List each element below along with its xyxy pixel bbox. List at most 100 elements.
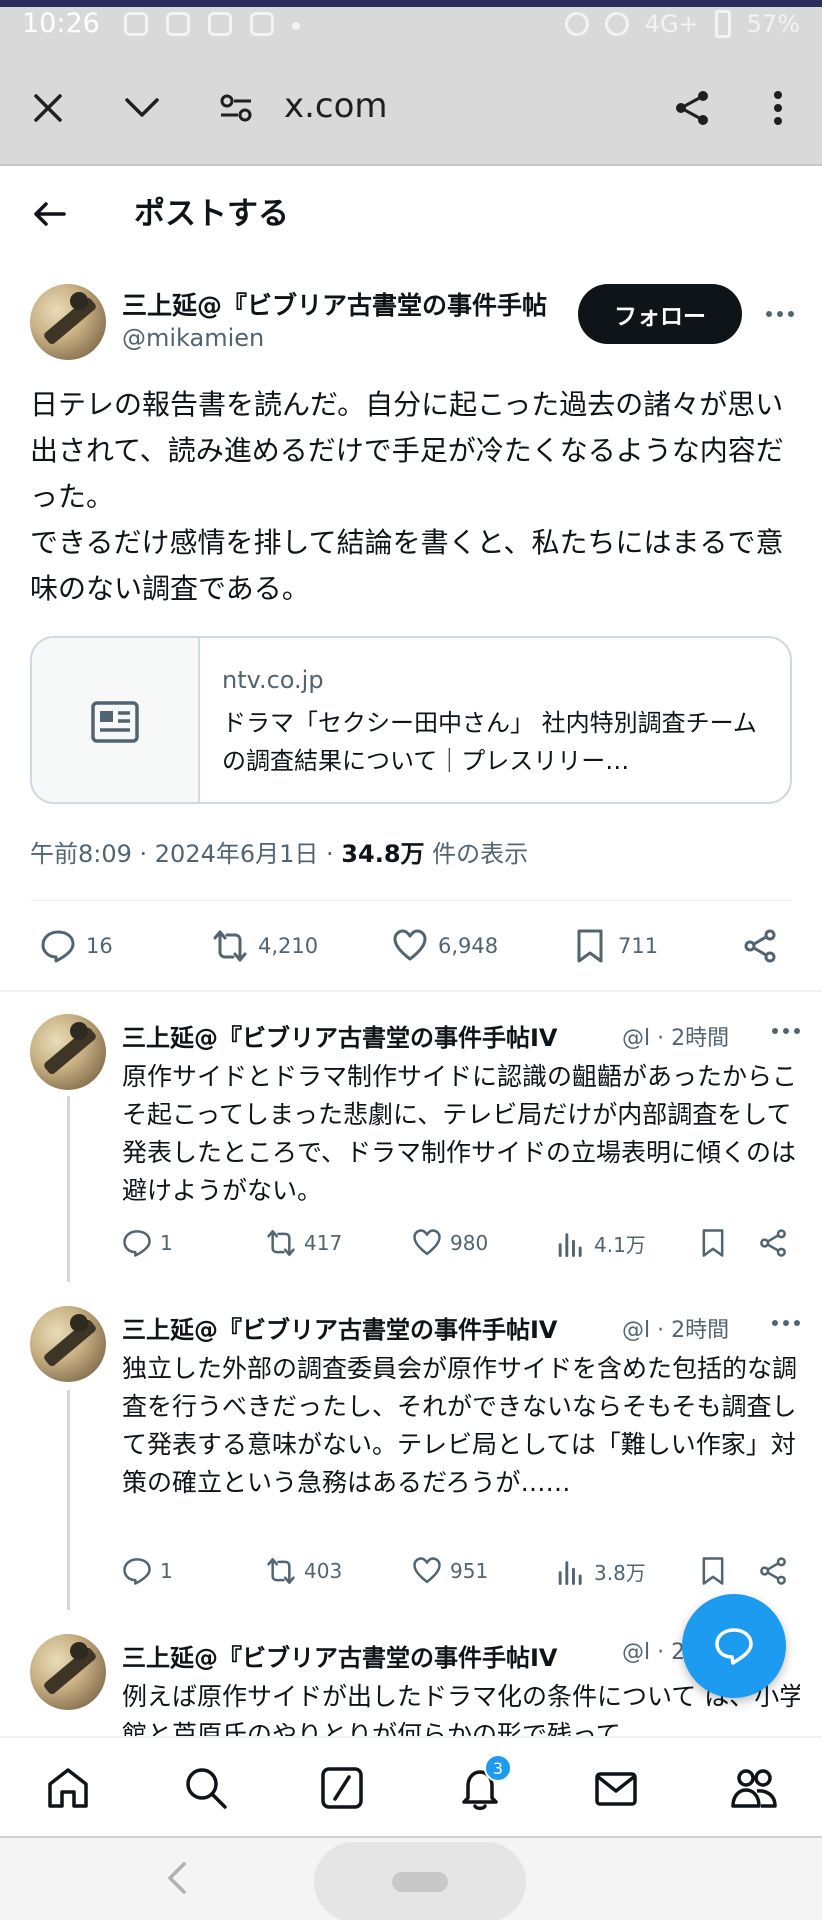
repost-count: 417 — [304, 1231, 343, 1255]
analytics-icon — [558, 1561, 582, 1585]
repost-icon — [213, 930, 247, 962]
tune-icon — [220, 94, 252, 122]
views-count: 3.8万 — [594, 1560, 646, 1585]
nav-grok[interactable] — [316, 1762, 368, 1814]
like-button[interactable]: 980 — [412, 1228, 488, 1258]
main-post-text: 日テレの報告書を読んだ。自分に起こった過去の諸々が思い出されて、読み進めるだけで… — [30, 388, 784, 605]
reply-post[interactable]: 三上延@『ビブリア古書堂の事件手帖IV @l · 2時間 原作サイドとドラマ制作… — [30, 1014, 800, 1284]
reply-post[interactable]: 三上延@『ビブリア古書堂の事件手帖IV @l · 2時間 独立した外部の調査委員… — [30, 1306, 800, 1606]
bookmark-icon — [702, 1229, 724, 1257]
share-post-button[interactable] — [758, 1556, 788, 1586]
repost-button[interactable]: 403 — [266, 1556, 342, 1586]
bookmark-icon — [702, 1557, 724, 1585]
reply-meta: @l · 2時間 — [620, 1020, 730, 1052]
nav-search[interactable] — [180, 1762, 232, 1814]
site-settings-button[interactable] — [210, 82, 262, 134]
browser-menu-button[interactable] — [752, 82, 804, 134]
avatar[interactable] — [30, 284, 106, 360]
home-pill-icon — [392, 1872, 448, 1892]
compose-reply-button[interactable] — [682, 1594, 786, 1698]
bookmark-count: 711 — [618, 934, 659, 958]
reply-button[interactable]: 16 — [40, 928, 113, 964]
reply-author-name[interactable]: 三上延@『ビブリア古書堂の事件手帖IV — [122, 1638, 642, 1673]
reply-meta: @l · 2時間 — [620, 1312, 730, 1344]
nav-communities[interactable] — [728, 1762, 780, 1814]
like-count: 951 — [450, 1559, 489, 1583]
heart-icon — [413, 1229, 441, 1256]
views-count: 34.8万 — [341, 840, 425, 868]
mute-icon — [604, 12, 629, 36]
divider — [0, 990, 822, 992]
alarm-icon — [564, 12, 589, 36]
page-header: ポストする — [0, 168, 822, 258]
reply-author-name[interactable]: 三上延@『ビブリア古書堂の事件手帖IV — [122, 1018, 642, 1053]
main-post-author: 三上延@『ビブリア古書堂の事件手帖 @mikamien フォロー — [30, 284, 800, 364]
avatar[interactable] — [30, 1014, 106, 1090]
more-icon — [772, 1320, 778, 1326]
like-count: 6,948 — [438, 934, 499, 958]
reply-actions: 1 417 980 4.1万 — [122, 1228, 812, 1268]
like-button[interactable]: 951 — [412, 1556, 488, 1586]
repost-button[interactable]: 4,210 — [212, 928, 318, 964]
author-handle[interactable]: @mikamien — [122, 324, 264, 352]
reply-more-button[interactable] — [772, 1028, 800, 1034]
link-thumbnail — [32, 638, 200, 802]
bookmark-button[interactable] — [698, 1556, 728, 1586]
timestamp-text[interactable]: 午前8:09 · 2024年6月1日 · — [30, 840, 341, 868]
author-name[interactable]: 三上延@『ビブリア古書堂の事件手帖 — [122, 286, 564, 322]
avatar[interactable] — [30, 1306, 106, 1382]
avatar[interactable] — [30, 1634, 106, 1710]
nav-home[interactable] — [42, 1762, 94, 1814]
reply-more-button[interactable] — [772, 1320, 800, 1326]
battery-icon — [714, 10, 731, 38]
reply-button[interactable]: 1 — [122, 1556, 173, 1586]
share-post-button[interactable] — [742, 928, 778, 964]
home-icon — [48, 1768, 88, 1808]
mail-icon — [595, 1772, 637, 1806]
repost-count: 4,210 — [258, 934, 319, 958]
chevron-down-icon — [125, 98, 159, 117]
like-button[interactable]: 6,948 — [392, 928, 498, 964]
reply-author-name[interactable]: 三上延@『ビブリア古書堂の事件手帖IV — [122, 1310, 642, 1345]
status-time: 10:26 — [22, 8, 100, 39]
bookmark-button[interactable]: 711 — [572, 928, 658, 964]
views-button[interactable]: 4.1万 — [556, 1228, 646, 1258]
follow-button[interactable]: フォロー — [578, 284, 742, 344]
notification-icons — [124, 12, 300, 36]
system-home-button[interactable] — [314, 1842, 526, 1920]
bookmark-button[interactable] — [698, 1228, 728, 1258]
post-more-button[interactable] — [760, 304, 800, 324]
reply-button[interactable]: 1 — [122, 1228, 173, 1258]
people-icon — [731, 1769, 777, 1808]
back-arrow-icon — [34, 202, 66, 226]
system-navigation — [0, 1836, 822, 1920]
reply-icon — [123, 1558, 151, 1585]
notification-badge: 3 — [484, 1754, 512, 1782]
url-text[interactable]: x.com — [284, 86, 388, 126]
repost-button[interactable]: 417 — [266, 1228, 342, 1258]
share-icon — [744, 929, 776, 963]
browser-toolbar: x.com — [0, 52, 822, 166]
back-button[interactable] — [28, 192, 72, 236]
share-button[interactable] — [666, 82, 718, 134]
views-label: 件の表示 — [424, 840, 529, 868]
bookmark-icon — [577, 929, 603, 963]
share-post-button[interactable] — [758, 1228, 788, 1258]
bottom-navigation: 3 — [0, 1736, 822, 1836]
views-count: 4.1万 — [594, 1232, 646, 1257]
system-back-button[interactable] — [166, 1860, 188, 1905]
reply-count: 1 — [160, 1231, 173, 1255]
nav-notifications[interactable]: 3 — [454, 1754, 512, 1814]
views-button[interactable]: 3.8万 — [556, 1556, 646, 1586]
heart-icon — [413, 1557, 441, 1584]
link-card[interactable]: ntv.co.jp ドラマ「セクシー田中さん」 社内特別調査チームの調査結果につ… — [30, 636, 792, 804]
reply-icon — [41, 930, 75, 963]
notification-icon — [166, 12, 190, 36]
close-button[interactable] — [22, 82, 74, 134]
notification-icon — [124, 12, 148, 36]
more-notifications-icon — [292, 22, 300, 30]
collapse-button[interactable] — [116, 82, 168, 134]
nav-messages[interactable] — [590, 1762, 642, 1814]
repost-icon — [267, 1230, 295, 1256]
analytics-icon — [558, 1233, 582, 1257]
